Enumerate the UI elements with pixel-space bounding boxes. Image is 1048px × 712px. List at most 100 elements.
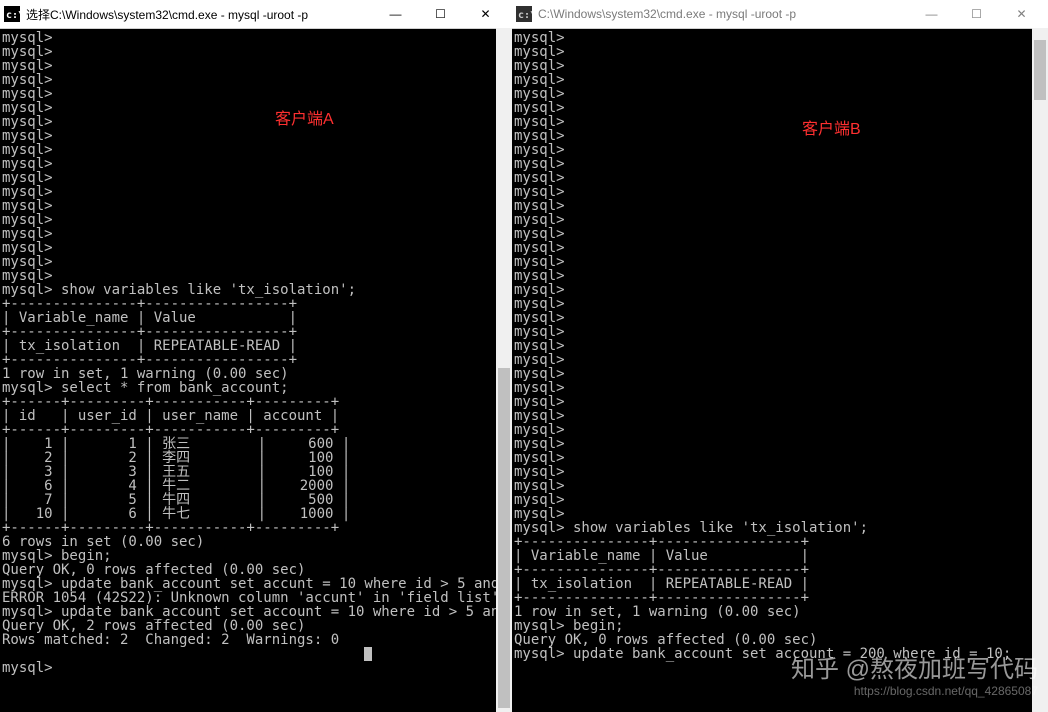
terminal-line: mysql> (2, 241, 510, 255)
terminal-line: mysql> (514, 241, 1046, 255)
window-title-a: 选择C:\Windows\system32\cmd.exe - mysql -u… (26, 6, 373, 23)
scrollbar-b[interactable] (1032, 28, 1048, 712)
terminal-line: mysql> (514, 479, 1046, 493)
terminal-line: mysql> (514, 227, 1046, 241)
terminal-line: | tx_isolation | REPEATABLE-READ | (514, 577, 1046, 591)
terminal-line: mysql> update bank_account set account =… (2, 605, 510, 619)
terminal-line: | Variable_name | Value | (2, 311, 510, 325)
terminal-line: mysql> (2, 157, 510, 171)
terminal-line: | 7 | 5 | 牛四 | 500 | (2, 493, 510, 507)
minimize-button[interactable]: — (373, 0, 418, 28)
terminal-line: mysql> (2, 73, 510, 87)
terminal-line: mysql> (514, 255, 1046, 269)
terminal-line: mysql> (2, 129, 510, 143)
terminal-line: +---------------+-----------------+ (514, 591, 1046, 605)
terminal-line: mysql> show variables like 'tx_isolation… (2, 283, 510, 297)
close-button[interactable]: ✕ (999, 0, 1044, 28)
terminal-line: mysql> (2, 199, 510, 213)
terminal-line: mysql> (514, 367, 1046, 381)
svg-text:c:\: c:\ (518, 10, 532, 21)
terminal-line: | Variable_name | Value | (514, 549, 1046, 563)
terminal-line: mysql> (514, 157, 1046, 171)
terminal-line: mysql> (2, 143, 510, 157)
terminal-line: mysql> select * from bank_account; (2, 381, 510, 395)
terminal-line: mysql> (514, 283, 1046, 297)
terminal-line: mysql> (514, 493, 1046, 507)
terminal-line: mysql> (514, 325, 1046, 339)
terminal-line: mysql> (2, 185, 510, 199)
terminal-line: | 6 | 4 | 牛二 | 2000 | (2, 479, 510, 493)
cmd-icon: c:\ (4, 6, 20, 22)
terminal-line: mysql> (514, 423, 1046, 437)
maximize-button[interactable]: ☐ (954, 0, 999, 28)
terminal-line: +---------------+-----------------+ (2, 325, 510, 339)
terminal-line: mysql> (2, 87, 510, 101)
terminal-a[interactable]: mysql>mysql>mysql>mysql>mysql>mysql>mysq… (0, 29, 512, 712)
terminal-line: Query OK, 2 rows affected (0.00 sec) (2, 619, 510, 633)
window-title-b: C:\Windows\system32\cmd.exe - mysql -uro… (538, 7, 909, 21)
terminal-line: +------+---------+-----------+---------+ (2, 395, 510, 409)
terminal-line: mysql> (514, 465, 1046, 479)
terminal-line: mysql> (2, 213, 510, 227)
scroll-thumb-b[interactable] (1034, 40, 1046, 100)
terminal-line: mysql> (514, 73, 1046, 87)
terminal-line: +------+---------+-----------+---------+ (2, 423, 510, 437)
terminal-line: mysql> (514, 437, 1046, 451)
terminal-line: mysql> (514, 45, 1046, 59)
minimize-button[interactable]: — (909, 0, 954, 28)
maximize-button[interactable]: ☐ (418, 0, 463, 28)
terminal-line: mysql> (514, 115, 1046, 129)
terminal-line: mysql> (2, 31, 510, 45)
terminal-line: +---------------+-----------------+ (514, 563, 1046, 577)
terminal-line: mysql> (514, 143, 1046, 157)
terminal-line: mysql> (514, 129, 1046, 143)
terminal-line: mysql> (514, 59, 1046, 73)
window-controls-b: — ☐ ✕ (909, 0, 1044, 28)
terminal-line: mysql> (514, 297, 1046, 311)
scroll-thumb-a[interactable] (498, 368, 510, 708)
terminal-line: mysql> (514, 395, 1046, 409)
terminal-line: mysql> begin; (514, 619, 1046, 633)
window-client-b: c:\ C:\Windows\system32\cmd.exe - mysql … (512, 0, 1048, 712)
terminal-line: mysql> (2, 115, 510, 129)
scrollbar-a[interactable] (496, 28, 512, 712)
terminal-line: mysql> (514, 87, 1046, 101)
titlebar-b[interactable]: c:\ C:\Windows\system32\cmd.exe - mysql … (512, 0, 1048, 29)
terminal-line: mysql> (514, 381, 1046, 395)
terminal-line: 1 row in set, 1 warning (0.00 sec) (514, 605, 1046, 619)
terminal-line: mysql> (2, 269, 510, 283)
window-client-a: c:\ 选择C:\Windows\system32\cmd.exe - mysq… (0, 0, 512, 712)
terminal-line: Query OK, 0 rows affected (0.00 sec) (514, 633, 1046, 647)
terminal-line: +---------------+-----------------+ (2, 353, 510, 367)
text-cursor (364, 647, 372, 661)
terminal-line: mysql> (514, 451, 1046, 465)
terminal-line: +------+---------+-----------+---------+ (2, 521, 510, 535)
terminal-line: 1 row in set, 1 warning (0.00 sec) (2, 367, 510, 381)
terminal-line: mysql> begin; (2, 549, 510, 563)
terminal-line: | 10 | 6 | 牛七 | 1000 | (2, 507, 510, 521)
terminal-line: +---------------+-----------------+ (2, 297, 510, 311)
terminal-line: mysql> (514, 409, 1046, 423)
terminal-line: mysql> (514, 339, 1046, 353)
terminal-line (2, 647, 510, 661)
terminal-line: mysql> (514, 311, 1046, 325)
cmd-icon: c:\ (516, 6, 532, 22)
terminal-line: | 1 | 1 | 张三 | 600 | (2, 437, 510, 451)
terminal-line: 6 rows in set (0.00 sec) (2, 535, 510, 549)
terminal-line: mysql> (2, 59, 510, 73)
terminal-line: Rows matched: 2 Changed: 2 Warnings: 0 (2, 633, 510, 647)
terminal-line: mysql> (514, 507, 1046, 521)
terminal-line: mysql> (514, 353, 1046, 367)
terminal-line: mysql> update bank_account set accunt = … (2, 577, 510, 591)
close-button[interactable]: ✕ (463, 0, 508, 28)
terminal-line: mysql> (514, 31, 1046, 45)
terminal-line: mysql> (2, 661, 510, 675)
terminal-line: mysql> (2, 101, 510, 115)
terminal-line: mysql> (2, 45, 510, 59)
svg-text:c:\: c:\ (6, 10, 20, 21)
titlebar-a[interactable]: c:\ 选择C:\Windows\system32\cmd.exe - mysq… (0, 0, 512, 29)
window-controls-a: — ☐ ✕ (373, 0, 508, 28)
terminal-line: mysql> (2, 227, 510, 241)
terminal-line: | tx_isolation | REPEATABLE-READ | (2, 339, 510, 353)
terminal-b[interactable]: mysql>mysql>mysql>mysql>mysql>mysql>mysq… (512, 29, 1048, 712)
